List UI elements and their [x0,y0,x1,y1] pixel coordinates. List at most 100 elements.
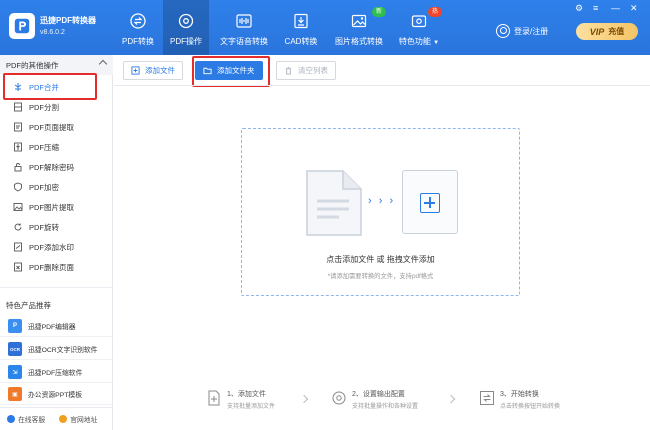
tab-label: CAD转换 [284,37,318,46]
tab-text-speech[interactable]: 文字语音转换 [216,0,272,55]
gear-icon [177,12,195,30]
merge-icon [13,82,23,92]
user-icon [496,24,510,38]
sidebar-footer: 在线客服 官网地址 [0,407,113,430]
divider [114,85,650,86]
sidebar-item-pdf-watermark[interactable]: PDF添加水印 [0,237,113,257]
sidebar-item-label: PDF合并 [29,82,59,92]
add-file-label: 添加文件 [145,66,175,75]
top-bar: 迅捷PDF转换器 v8.6.0.2 PDF转换 PDF操作 文字语音转换 CAD… [0,0,650,55]
pdf-editor-icon: P [8,319,22,333]
chevron-right-icon [299,394,309,404]
chevron-up-icon [98,59,108,69]
add-target-box[interactable] [402,170,458,234]
official-site-link[interactable]: 官网地址 [59,414,97,424]
tab-label: 图片格式转换 [335,37,383,46]
feature-icon [410,12,428,30]
sidebar-item-label: PDF添加水印 [29,242,74,252]
sidebar-item-label: PDF删除页面 [29,262,74,272]
tab-pdf-operate[interactable]: PDF操作 [163,0,209,55]
hot-badge: 热 [428,7,443,17]
cad-icon [292,12,310,30]
sidebar-item-pdf-merge[interactable]: PDF合并 [0,77,113,97]
new-badge: 新 [372,7,387,17]
vip-action-label: 充值 [608,27,625,36]
dropzone-title: 点击添加文件 或 拖拽文件添加 [326,255,435,264]
skin-icon[interactable]: ⚙ [575,3,583,14]
sidebar-item-pdf-delete-page[interactable]: PDF删除页面 [0,257,113,277]
sidebar-item-label: PDF图片提取 [29,202,74,212]
recommend-item-ocr[interactable]: OCR 迅捷OCR文字识别软件 [0,339,113,360]
online-support-link[interactable]: 在线客服 [7,414,45,424]
sidebar-item-pdf-encrypt[interactable]: PDF加密 [0,177,113,197]
close-button[interactable]: ✕ [630,3,638,14]
app-logo [9,13,35,39]
dropzone-hint: *请添加需要转换的文件，支持pdf格式 [327,273,434,280]
ocr-icon: OCR [8,342,22,356]
clear-list-button[interactable]: 清空列表 [276,61,336,80]
recommend-item-label: 迅捷OCR文字识别软件 [28,347,98,354]
recommend-item-pdf-compress[interactable]: ⇲ 迅捷PDF压缩软件 [0,362,113,383]
pdf-compress-icon: ⇲ [8,365,22,379]
website-label: 官网地址 [70,417,98,424]
chevron-down-icon: ▼ [433,40,440,46]
shield-icon [13,182,23,192]
add-folder-label: 添加文件夹 [217,66,255,75]
sidebar-item-pdf-compress[interactable]: PDF压缩 [0,137,113,157]
sidebar-item-pdf-image-extract[interactable]: PDF图片提取 [0,197,113,217]
recommend-title: 特色产品推荐 [6,301,51,310]
convert-icon [480,391,494,405]
document-icon [306,170,362,236]
step-title: 2、设置输出配置 [352,391,405,398]
recommend-item-label: 迅捷PDF编辑器 [28,324,76,331]
watermark-icon [13,242,23,252]
step-desc: 支持批量添加文件 [227,404,276,410]
image-icon [350,12,368,30]
sidebar-item-pdf-split[interactable]: PDF分割 [0,97,113,117]
sidebar-item-pdf-rotate[interactable]: PDF旋转 [0,217,113,237]
step-add-file: 1、添加文件 支持批量添加文件 [206,389,275,410]
arrows-icon: › › › [368,195,396,207]
swap-icon [129,12,147,30]
vip-label: VIP [589,26,605,37]
tab-cad-convert[interactable]: CAD转换 [280,0,322,55]
waveform-icon [235,12,253,30]
recommend-item-pdf-editor[interactable]: P 迅捷PDF编辑器 [0,316,113,337]
delete-page-icon [13,262,23,272]
sidebar-section-header[interactable]: PDF的其他操作 [0,55,113,75]
file-drop-zone[interactable]: › › › 点击添加文件 或 拖拽文件添加 *请添加需要转换的文件，支持pdf格… [241,128,520,296]
login-button[interactable]: 登录/注册 [496,24,548,38]
app-title: 迅捷PDF转换器 [40,16,96,25]
recommend-item-label: 办公资源PPT模板 [28,392,82,399]
add-folder-button[interactable]: 添加文件夹 [195,61,263,80]
step-title: 3、开始转换 [500,391,539,398]
tab-pdf-convert[interactable]: PDF转换 [115,0,161,55]
image-extract-icon [13,202,23,212]
vip-recharge-button[interactable]: VIP 充值 [576,23,638,40]
clear-list-label: 清空列表 [298,66,328,75]
app-version: v8.6.0.2 [40,29,65,36]
sidebar-item-label: PDF解除密码 [29,162,74,172]
sidebar-item-pdf-page-extract[interactable]: PDF页面提取 [0,117,113,137]
support-label: 在线客服 [18,417,46,424]
folder-icon [203,66,212,75]
login-label: 登录/注册 [514,26,549,36]
rotate-icon [13,222,23,232]
file-plus-icon [208,390,220,406]
menu-icon[interactable]: ≡ [593,3,598,13]
unlock-icon [13,162,23,172]
sidebar-item-label: PDF压缩 [29,142,59,152]
recommend-item-ppt[interactable]: ▣ 办公资源PPT模板 [0,384,113,405]
tab-label: PDF操作 [170,37,202,46]
sidebar-item-label: PDF页面提取 [29,122,74,132]
gear-icon [332,391,346,405]
add-file-button[interactable]: 添加文件 [123,61,183,80]
sidebar-item-label: PDF加密 [29,182,59,192]
home-icon [59,415,68,423]
step-title: 1、添加文件 [227,391,266,398]
step-desc: 支持批量操作和各种设置 [352,404,419,410]
ppt-icon: ▣ [8,387,22,401]
sidebar-item-pdf-unlock[interactable]: PDF解除密码 [0,157,113,177]
add-file-icon [131,66,140,75]
minimize-button[interactable]: — [611,3,620,13]
